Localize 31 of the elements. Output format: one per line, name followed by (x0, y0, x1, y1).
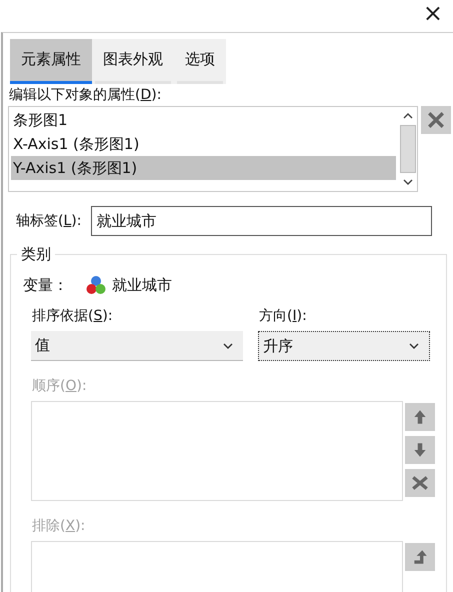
move-down-button[interactable] (405, 436, 435, 464)
delete-button[interactable] (421, 106, 451, 134)
chevron-down-icon (409, 343, 419, 349)
list-item[interactable]: X-Axis1 (条形图1) (11, 132, 396, 156)
scroll-up-icon[interactable] (403, 113, 413, 119)
restore-button[interactable] (405, 543, 435, 571)
remove-button[interactable] (405, 469, 435, 497)
direction-label: 方向(I): (258, 307, 308, 326)
close-icon (411, 474, 429, 492)
sort-by-label: 排序依据(S): (31, 307, 114, 326)
list-item[interactable]: 条形图1 (11, 108, 396, 132)
order-label: 顺序(O): (31, 377, 88, 396)
axis-label-field[interactable]: 就业城市 (91, 206, 432, 236)
variable-name: 就业城市 (112, 276, 172, 294)
object-list[interactable]: 条形图1 X-Axis1 (条形图1) Y-Axis1 (条形图1) (8, 106, 418, 192)
nominal-variable-icon (86, 275, 106, 295)
direction-dropdown[interactable]: 升序 (258, 331, 430, 361)
variable-label: 变量： (23, 276, 68, 294)
chevron-down-icon (223, 342, 233, 348)
move-up-button[interactable] (405, 403, 435, 431)
close-icon (427, 111, 445, 129)
scroll-down-icon[interactable] (403, 179, 413, 185)
group-title: 类别 (17, 245, 55, 263)
axis-label-label: 轴标签(L): (15, 212, 82, 231)
list-item[interactable]: Y-Axis1 (条形图1) (11, 156, 396, 180)
tab[interactable]: 元素属性 (10, 39, 92, 84)
close-button[interactable]: × (412, 1, 453, 25)
sort-by-dropdown[interactable]: 值 (31, 331, 243, 361)
scroll-thumb[interactable] (400, 125, 416, 173)
objects-label: 编辑以下对象的属性(D): (8, 86, 162, 105)
exclude-label: 排除(X): (31, 517, 86, 536)
